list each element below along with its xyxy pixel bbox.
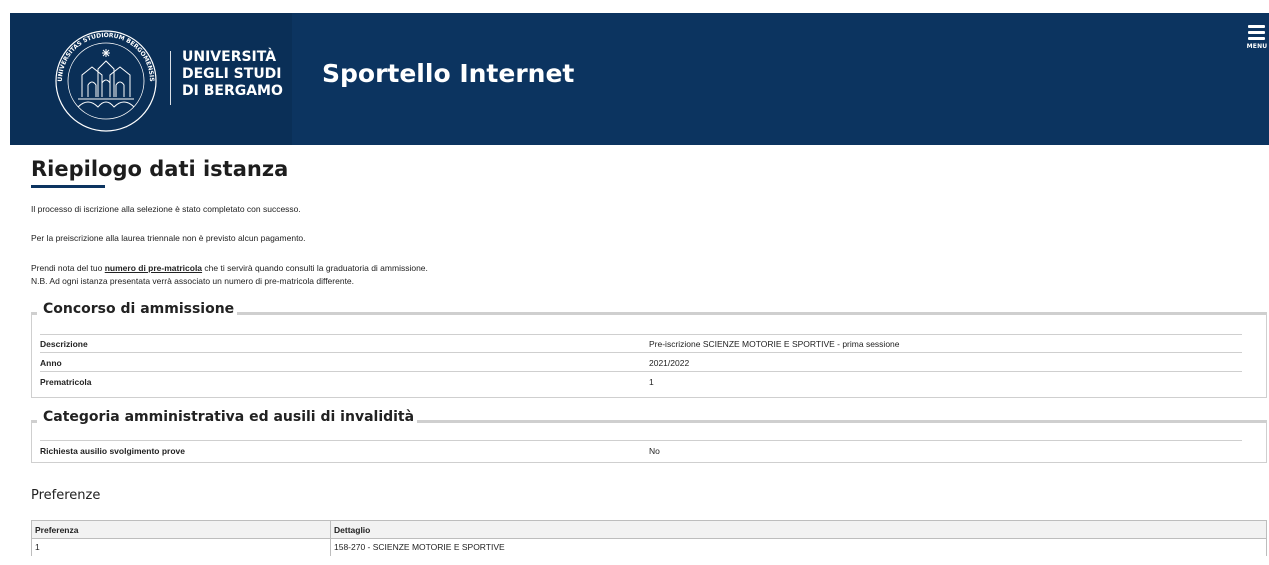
ausilio-row: Richiesta ausilio svolgimento prove No xyxy=(40,443,1242,460)
fieldset-border xyxy=(219,312,1267,315)
concorso-legend: Concorso di ammissione xyxy=(40,301,238,317)
university-seal-logo: UNIVERSITAS STUDIORUM BERGOMENSIS xyxy=(55,30,157,132)
row-value: 1 xyxy=(649,377,654,387)
prematricola-row: Prematricola 1 xyxy=(40,374,1242,391)
brand-divider xyxy=(170,51,171,105)
title-underline xyxy=(31,185,105,188)
column-header-preferenza: Preferenza xyxy=(31,520,331,539)
fieldset-border xyxy=(31,312,37,315)
prematricola-link[interactable]: numero di pre-matricola xyxy=(105,263,202,273)
row-label: Descrizione xyxy=(40,339,88,349)
hamburger-icon-bar xyxy=(1248,37,1265,40)
site-header: UNIVERSITAS STUDIORUM BERGOMENSIS UNIVER… xyxy=(10,13,1269,145)
fieldset-border xyxy=(31,420,37,423)
row-value: 2021/2022 xyxy=(649,358,690,368)
university-name-line: UNIVERSITÀ xyxy=(182,49,277,65)
descrizione-row: Descrizione Pre-iscrizione SCIENZE MOTOR… xyxy=(40,336,1242,353)
note-text: Prendi nota del tuo xyxy=(31,263,105,273)
categoria-legend: Categoria amministrativa ed ausili di in… xyxy=(40,409,418,425)
concorso-fieldset: Concorso di ammissione Descrizione Pre-i… xyxy=(31,301,1267,398)
categoria-fieldset: Categoria amministrativa ed ausili di in… xyxy=(31,409,1267,463)
university-name: UNIVERSITÀ DEGLI STUDI DI BERGAMO xyxy=(182,49,283,100)
row-label: Prematricola xyxy=(40,377,92,387)
app-title: Sportello Internet xyxy=(322,59,575,88)
hamburger-icon xyxy=(1248,25,1265,28)
row-divider xyxy=(40,440,1242,441)
row-value: Pre-iscrizione SCIENZE MOTORIE E SPORTIV… xyxy=(649,339,900,349)
cell-preferenza: 1 xyxy=(31,538,331,556)
cell-dettaglio: 158-270 - SCIENZE MOTORIE E SPORTIVE xyxy=(330,538,1267,556)
preferenze-heading: Preferenze xyxy=(31,488,101,503)
hamburger-icon-bar xyxy=(1248,31,1265,34)
success-message: Il processo di iscrizione alla selezione… xyxy=(31,204,301,214)
university-name-line: DI BERGAMO xyxy=(182,83,283,99)
payment-message: Per la preiscrizione alla laurea trienna… xyxy=(31,233,306,243)
note-text: che ti servirà quando consulti la gradua… xyxy=(202,263,428,273)
table-header-row: Preferenza Dettaglio xyxy=(31,520,1267,539)
fieldset-border xyxy=(399,420,1267,423)
row-label: Richiesta ausilio svolgimento prove xyxy=(40,446,186,456)
column-header-dettaglio: Dettaglio xyxy=(330,520,1267,539)
preferenze-table: Preferenza Dettaglio 1 158-270 - SCIENZE… xyxy=(31,520,1267,556)
university-brand[interactable]: UNIVERSITAS STUDIORUM BERGOMENSIS UNIVER… xyxy=(10,13,292,145)
prematricola-note: Prendi nota del tuo numero di pre-matric… xyxy=(31,263,428,273)
anno-row: Anno 2021/2022 xyxy=(40,355,1242,372)
row-divider xyxy=(40,334,1242,335)
university-name-line: DEGLI STUDI xyxy=(182,66,282,82)
page-title: Riepilogo dati istanza xyxy=(31,157,289,181)
nb-note: N.B. Ad ogni istanza presentata verrà as… xyxy=(31,276,355,286)
menu-button[interactable]: MENU xyxy=(1245,25,1269,59)
table-row: 1 158-270 - SCIENZE MOTORIE E SPORTIVE xyxy=(31,538,1267,556)
row-value: No xyxy=(649,446,660,456)
row-label: Anno xyxy=(40,358,62,368)
menu-label: MENU xyxy=(1246,43,1268,50)
